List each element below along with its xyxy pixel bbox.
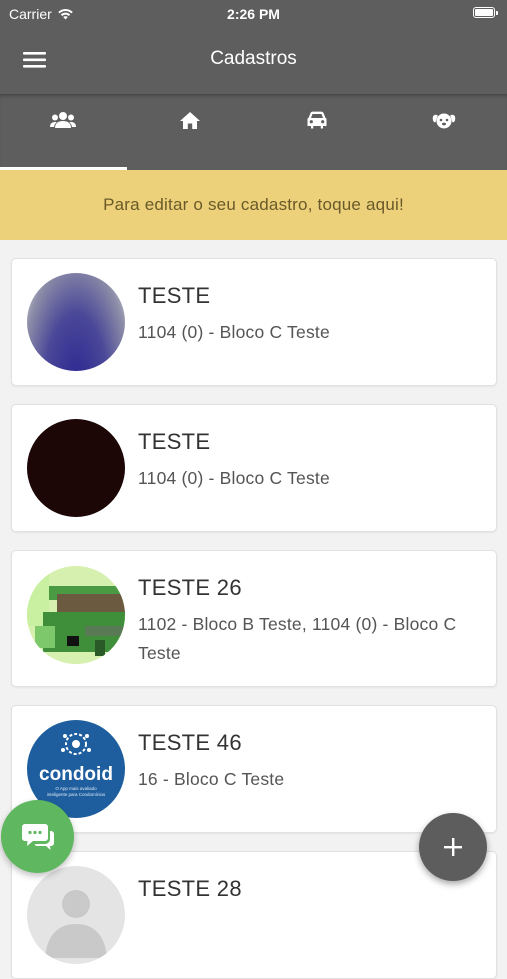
resident-card[interactable]: TESTE 26 1102 - Bloco B Teste, 1104 (0) … [11, 550, 497, 687]
avatar [27, 866, 125, 964]
resident-card[interactable]: TESTE 1104 (0) - Bloco C Teste [11, 258, 497, 386]
resident-unit: 1104 (0) - Bloco C Teste [138, 468, 330, 488]
tab-home[interactable] [127, 94, 254, 170]
svg-text:condoid: condoid [39, 764, 113, 785]
resident-name: TESTE [138, 429, 211, 454]
resident-card[interactable]: condoid O App mais avaliado inteligente … [11, 705, 497, 833]
plus-icon [444, 838, 462, 856]
svg-text:inteligente para Condomínios: inteligente para Condomínios [47, 792, 106, 797]
resident-name: TESTE [138, 283, 211, 308]
pixel-photo [27, 566, 125, 664]
resident-name: TESTE 46 [138, 730, 242, 755]
page-title: Cadastros [210, 48, 297, 69]
tab-pets[interactable] [380, 94, 507, 170]
people-icon [50, 112, 77, 128]
app-bar: Cadastros [0, 28, 507, 94]
default-avatar-icon [45, 890, 107, 958]
resident-card[interactable]: TESTE 28 [11, 851, 497, 979]
avatar [27, 419, 125, 517]
tab-bar [0, 94, 507, 170]
resident-name: TESTE 28 [138, 876, 242, 901]
car-icon [307, 111, 327, 129]
edit-profile-banner-text: Para editar o seu cadastro, toque aqui! [103, 195, 404, 214]
resident-unit: 1102 - Bloco B Teste, 1104 (0) - Bloco C… [138, 614, 457, 663]
avatar [27, 566, 125, 664]
home-icon [180, 112, 201, 129]
tab-vehicles[interactable] [254, 94, 381, 170]
pet-icon [432, 113, 455, 129]
chat-bubbles-icon [21, 823, 54, 850]
resident-unit: 16 - Bloco C Teste [138, 769, 285, 789]
add-resident-button[interactable] [419, 813, 487, 881]
status-time: 2:26 PM [227, 6, 280, 22]
edit-profile-banner[interactable]: Para editar o seu cadastro, toque aqui! [0, 170, 507, 240]
tab-people[interactable] [0, 94, 127, 170]
chat-button[interactable] [1, 800, 74, 873]
battery-icon [473, 7, 498, 18]
resident-name: TESTE 26 [138, 575, 242, 600]
avatar [27, 273, 125, 371]
svg-text:O App mais avaliado: O App mais avaliado [55, 786, 97, 791]
resident-unit: 1104 (0) - Bloco C Teste [138, 322, 330, 342]
status-bar: Carrier 2:26 PM [0, 0, 507, 28]
resident-card[interactable]: TESTE 1104 (0) - Bloco C Teste [11, 404, 497, 532]
